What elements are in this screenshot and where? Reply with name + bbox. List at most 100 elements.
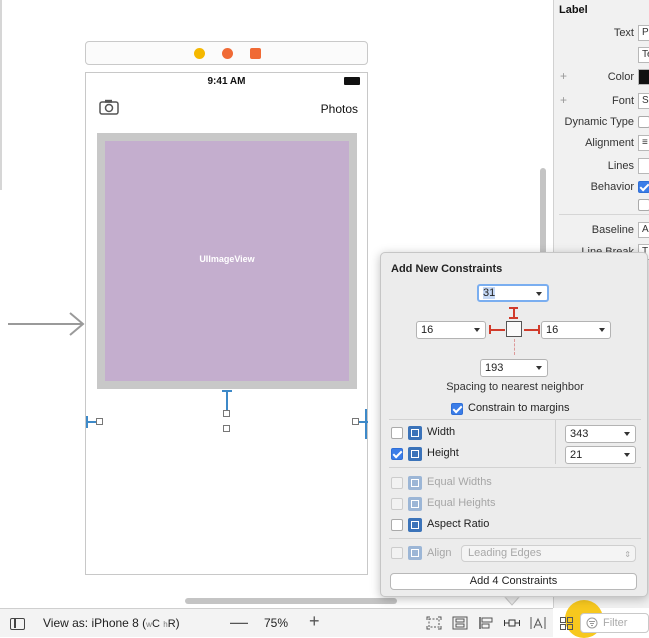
inspector-row-font: + Font S	[554, 92, 649, 112]
inspector-row-lines: Lines	[554, 157, 649, 177]
resize-handle[interactable]	[223, 410, 230, 417]
dropdown-arrow-icon[interactable]	[624, 432, 630, 436]
baseline-popup[interactable]: A	[638, 222, 649, 238]
iphone-scene[interactable]: 9:41 AM Photos UIImageView	[85, 72, 368, 575]
image-view-label: UIImageView	[199, 254, 255, 264]
width-value-field[interactable]: 343	[565, 425, 636, 443]
lines-field[interactable]	[638, 158, 649, 174]
top-spacing-field[interactable]: 31	[477, 284, 549, 302]
alignment-control[interactable]: ≡	[638, 135, 649, 151]
zoom-level[interactable]: 75%	[264, 616, 288, 630]
height-constraint-icon	[408, 447, 422, 461]
size-class-c: C	[151, 618, 160, 630]
inspector-row-baseline: Baseline A	[554, 221, 649, 241]
separator	[389, 467, 641, 468]
add-constraints-button[interactable]: Add 4 Constraints	[390, 573, 637, 590]
align-popup[interactable]: Leading Edges ⇕	[461, 545, 636, 562]
embed-in-stack-icon[interactable]	[452, 616, 468, 630]
dropdown-arrow-icon[interactable]	[474, 328, 480, 332]
exit-icon[interactable]	[250, 48, 261, 59]
text-type-popup[interactable]: P	[638, 25, 649, 41]
add-new-constraints-icon[interactable]	[504, 616, 520, 630]
leading-strut[interactable]	[489, 329, 505, 331]
trailing-spacing-value: 16	[546, 324, 559, 336]
align-value: Leading Edges	[468, 547, 542, 559]
equal-heights-icon	[408, 497, 422, 511]
inspector-label: Dynamic Type	[564, 116, 635, 128]
inspector-label: Behavior	[590, 181, 634, 193]
align-icon	[408, 546, 422, 560]
inspector-section-title: Label	[559, 4, 588, 16]
resize-handle[interactable]	[352, 418, 359, 425]
document-outline-toggle-icon[interactable]	[10, 618, 25, 630]
image-view-selection[interactable]: UIImageView	[97, 133, 357, 389]
zoom-in-button[interactable]: +	[309, 611, 320, 632]
leading-spacing-value: 16	[421, 324, 434, 336]
align-icon[interactable]	[478, 616, 494, 630]
equal-heights-checkbox[interactable]	[391, 498, 403, 510]
add-new-constraints-popover: Add New Constraints 31 16 16 193 Spacing…	[380, 252, 648, 597]
resolve-auto-layout-issues-icon[interactable]	[530, 616, 546, 630]
dropdown-arrow-icon[interactable]	[624, 453, 630, 457]
filter-icon	[586, 617, 598, 629]
view-as-prefix: View as: iPhone 8 (	[43, 616, 147, 630]
inspector-label: Lines	[607, 160, 634, 172]
leading-constraint-cap	[86, 416, 88, 428]
canvas-bottom-bar: View as: iPhone 8 (wC hR) — 75% +	[0, 608, 553, 637]
width-value: 343	[570, 428, 589, 440]
aspect-ratio-checkbox[interactable]	[391, 519, 403, 531]
width-checkbox[interactable]	[391, 427, 403, 439]
equal-widths-checkbox[interactable]	[391, 477, 403, 489]
resize-handle[interactable]	[223, 425, 230, 432]
dropdown-arrow-icon[interactable]	[536, 366, 542, 370]
view-as-device-button[interactable]: View as: iPhone 8 (wC hR)	[43, 616, 180, 630]
update-frames-icon[interactable]	[426, 616, 442, 630]
inspector-row-behavior-2	[554, 196, 649, 216]
bottom-spacing-field[interactable]: 193	[480, 359, 548, 377]
inspector-label: Alignment	[585, 137, 634, 149]
canvas-edge	[0, 0, 2, 190]
trailing-strut-cap	[538, 325, 540, 334]
library-filter-field[interactable]: Filter	[580, 613, 649, 633]
height-value-field[interactable]: 21	[565, 446, 636, 464]
inspector-label: Text	[613, 27, 634, 39]
behavior-highlighted-checkbox[interactable]	[638, 199, 649, 211]
first-responder-icon[interactable]	[222, 48, 233, 59]
battery-icon	[344, 77, 360, 85]
zoom-out-button[interactable]: —	[230, 612, 248, 633]
image-view[interactable]: UIImageView	[105, 141, 349, 381]
leading-spacing-field[interactable]: 16	[416, 321, 486, 339]
dropdown-arrow-icon[interactable]	[536, 292, 542, 296]
inspector-row-alignment: Alignment ≡	[554, 134, 649, 154]
view-controller-icon[interactable]	[194, 48, 205, 59]
spacing-label: Spacing to nearest neighbor	[446, 381, 584, 393]
behavior-enabled-checkbox[interactable]	[638, 181, 649, 193]
aspect-ratio-icon	[408, 518, 422, 532]
text-value-field[interactable]: Te	[638, 47, 649, 63]
grid-view-icon[interactable]	[560, 617, 573, 630]
inspector-row-text-value: Te	[554, 46, 649, 66]
horizontal-scrollbar[interactable]	[185, 598, 397, 604]
trailing-strut[interactable]	[524, 329, 539, 331]
add-variation-icon[interactable]: +	[560, 93, 567, 107]
bottom-strut[interactable]	[514, 339, 515, 355]
trailing-spacing-field[interactable]: 16	[541, 321, 611, 339]
inspector-row-dynamic-type: Dynamic Type	[554, 113, 649, 133]
color-well[interactable]	[638, 69, 649, 85]
view-as-suffix: )	[175, 616, 180, 630]
popover-arrow	[504, 596, 520, 606]
entry-point-arrow-icon	[8, 312, 85, 336]
add-variation-icon[interactable]: +	[560, 69, 567, 83]
height-checkbox[interactable]	[391, 448, 403, 460]
dropdown-arrow-icon[interactable]	[599, 328, 605, 332]
inspector-row-text: Text P	[554, 24, 649, 44]
top-constraint-line	[226, 390, 228, 412]
font-field[interactable]: S	[638, 93, 649, 109]
separator-vertical	[555, 420, 556, 464]
camera-icon[interactable]	[99, 99, 119, 115]
align-checkbox[interactable]	[391, 547, 403, 559]
resize-handle[interactable]	[96, 418, 103, 425]
constrain-to-margins-checkbox[interactable]	[451, 403, 463, 415]
dynamic-type-checkbox[interactable]	[638, 116, 649, 128]
up-down-chevron-icon: ⇕	[624, 550, 631, 559]
